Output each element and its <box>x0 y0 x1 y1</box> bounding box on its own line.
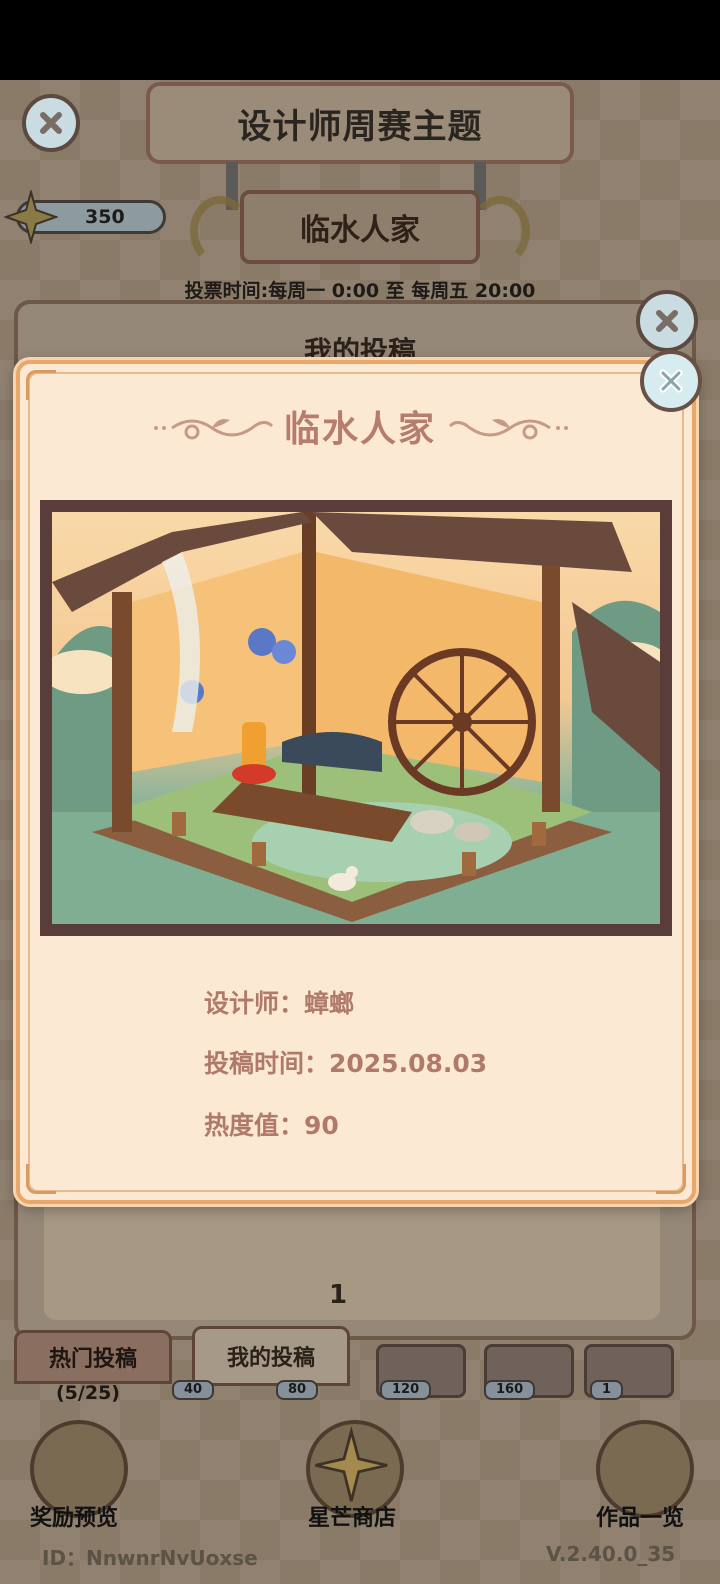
theme-name: 临水人家 <box>300 213 420 248</box>
contest-title: 设计师周赛主题 <box>237 106 483 147</box>
tab-hot-label: 热门投稿 <box>48 1347 137 1372</box>
works-list-label: 作品一览 <box>596 1506 685 1531</box>
submit-time-info: 投稿时间：2025.08.03 <box>204 1049 488 1078</box>
page-number: 1 <box>328 1280 348 1310</box>
theme-plaque: 临水人家 <box>240 190 480 264</box>
flourish-right-icon <box>448 419 568 440</box>
modal-title: 临水人家 <box>283 409 436 450</box>
close-icon <box>659 369 683 393</box>
rewards-preview-label: 奖励预览 <box>30 1506 119 1531</box>
star-shop-label: 星芒商店 <box>308 1506 397 1531</box>
corner-ornament <box>26 370 56 400</box>
vote-time-text: 投票时间:每周一 0:00 至 每周五 20:00 <box>184 280 536 302</box>
star-icon <box>4 190 58 244</box>
heat-value-info: 热度值：90 <box>204 1111 339 1140</box>
app-version: V.2.40.0_35 <box>546 1542 676 1566</box>
contest-title-banner: 设计师周赛主题 <box>146 82 574 164</box>
modal-close-button[interactable] <box>640 350 702 412</box>
tab-my-submissions[interactable]: 我的投稿 <box>192 1326 350 1386</box>
player-id: ID：NnwnrNvUoxse <box>42 1546 258 1570</box>
artwork-image[interactable] <box>52 512 660 924</box>
tab-hot-submissions[interactable]: 热门投稿 <box>14 1330 172 1384</box>
submission-count: (5/25) <box>56 1382 120 1404</box>
corner-ornament <box>656 1164 686 1194</box>
milestone-badge: 80 <box>276 1380 319 1400</box>
milestone-badge: 40 <box>172 1380 215 1400</box>
milestone-badge: 120 <box>380 1380 432 1400</box>
close-icon <box>40 112 62 134</box>
milestone-badge: 1 <box>590 1380 624 1400</box>
corner-ornament <box>26 1164 56 1194</box>
milestone-badge: 160 <box>484 1380 536 1400</box>
background-close-button[interactable] <box>22 94 80 152</box>
star-count: 350 <box>85 206 125 228</box>
tab-mine-label: 我的投稿 <box>226 1346 315 1371</box>
waterside-house-illustration <box>52 512 660 924</box>
artwork-frame <box>40 500 672 936</box>
status-bar-area <box>0 0 720 80</box>
designer-info: 设计师：蟑螂 <box>204 989 355 1018</box>
